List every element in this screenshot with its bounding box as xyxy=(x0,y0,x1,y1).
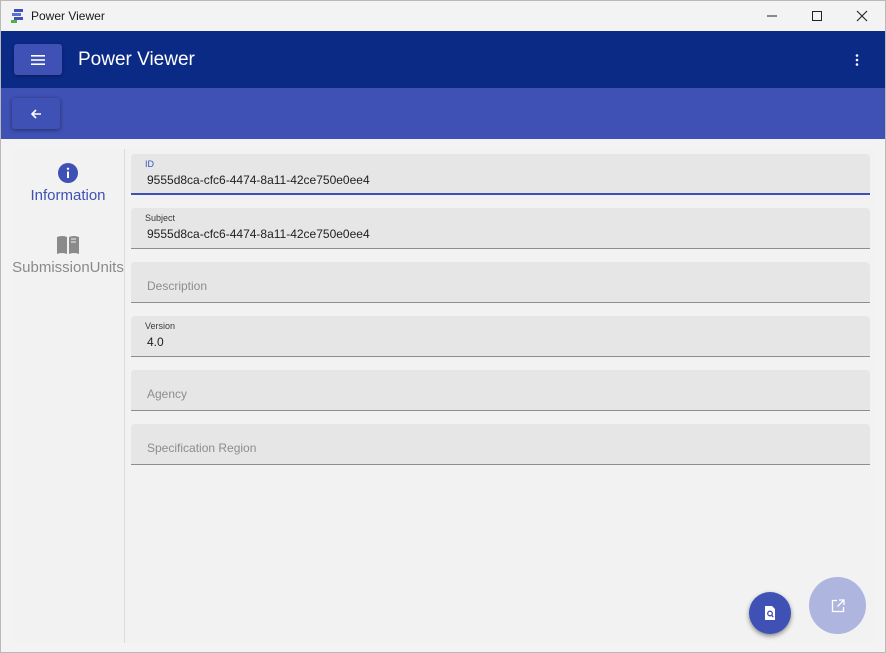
id-field-label: ID xyxy=(145,159,154,169)
nav-label-information: Information xyxy=(30,187,106,204)
subject-field-value: 9555d8ca-cfc6-4474-8a11-42ce750e0ee4 xyxy=(147,227,370,241)
agency-field[interactable]: Agency xyxy=(131,370,870,411)
maximize-icon xyxy=(812,11,822,21)
more-options-button[interactable] xyxy=(847,49,867,71)
description-placeholder: Description xyxy=(147,279,208,293)
app-bar: Power Viewer xyxy=(1,31,885,88)
menu-button[interactable] xyxy=(14,44,62,75)
arrow-left-icon xyxy=(30,108,41,119)
window-title: Power Viewer xyxy=(31,9,105,23)
nav-item-information[interactable]: Information xyxy=(12,163,124,204)
subject-field[interactable]: Subject 9555d8ca-cfc6-4474-8a11-42ce750e… xyxy=(131,208,870,249)
details-form: ID 9555d8ca-cfc6-4474-8a11-42ce750e0ee4 … xyxy=(131,154,870,478)
app-title: Power Viewer xyxy=(78,49,195,70)
book-icon xyxy=(57,236,79,254)
agency-placeholder: Agency xyxy=(147,387,188,401)
specification-region-field[interactable]: Specification Region xyxy=(131,424,870,465)
close-icon xyxy=(856,10,868,22)
subject-field-label: Subject xyxy=(145,213,176,223)
description-field[interactable]: Description xyxy=(131,262,870,303)
close-button[interactable] xyxy=(839,1,885,31)
minimize-button[interactable] xyxy=(749,1,795,31)
window-titlebar: Power Viewer xyxy=(1,1,885,31)
content-card: Information SubmissionUnits ID 9555d8ca-… xyxy=(12,149,876,643)
kebab-icon xyxy=(855,54,859,66)
side-navigation: Information SubmissionUnits xyxy=(12,149,125,643)
document-search-icon xyxy=(765,606,775,620)
id-field[interactable]: ID 9555d8ca-cfc6-4474-8a11-42ce750e0ee4 xyxy=(131,154,870,195)
info-icon xyxy=(58,163,78,183)
nav-item-submissionunits[interactable]: SubmissionUnits xyxy=(12,235,124,276)
version-field[interactable]: Version 4.0 xyxy=(131,316,870,357)
open-external-button[interactable] xyxy=(809,577,866,634)
version-field-label: Version xyxy=(145,321,176,331)
open-external-icon xyxy=(831,598,845,612)
app-window: Power Viewer Power Viewer Information Su… xyxy=(0,0,886,653)
toolbar xyxy=(1,88,885,139)
app-logo-icon xyxy=(11,9,23,23)
maximize-button[interactable] xyxy=(794,1,840,31)
minimize-icon xyxy=(767,15,777,17)
document-search-button[interactable] xyxy=(749,592,791,634)
back-button[interactable] xyxy=(12,98,60,129)
version-field-value: 4.0 xyxy=(147,335,164,349)
id-field-value: 9555d8ca-cfc6-4474-8a11-42ce750e0ee4 xyxy=(147,173,370,187)
specification-region-placeholder: Specification Region xyxy=(147,441,257,455)
nav-label-submissionunits: SubmissionUnits xyxy=(12,259,124,276)
hamburger-icon xyxy=(31,54,45,65)
